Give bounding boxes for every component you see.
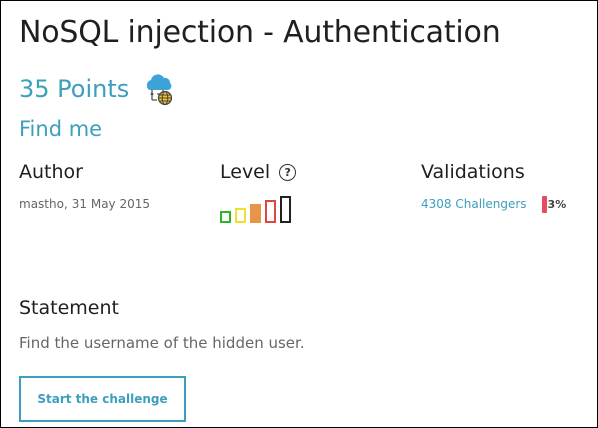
challengers-link[interactable]: 4308 Challengers <box>421 197 527 211</box>
author-name[interactable]: mastho, <box>19 197 68 211</box>
level-bar-2 <box>235 208 246 223</box>
validations-row: 4308 Challengers 3% <box>421 195 566 213</box>
cloud-network-globe-icon <box>143 72 177 106</box>
statement-text: Find the username of the hidden user. <box>19 334 305 352</box>
validation-rate-text: 3% <box>547 197 567 211</box>
author-label: Author <box>19 161 83 183</box>
points-row: 35 Points <box>19 71 177 107</box>
help-icon[interactable]: ? <box>279 163 297 181</box>
level-bar-5 <box>280 196 291 223</box>
challenge-panel: NoSQL injection - Authentication 35 Poin… <box>0 0 598 428</box>
challenge-points: 35 Points <box>19 75 130 103</box>
level-label: Level <box>220 161 271 183</box>
statement-heading: Statement <box>19 297 119 319</box>
challenge-title: NoSQL injection - Authentication <box>19 15 501 50</box>
author-info: mastho, 31 May 2015 <box>19 197 150 211</box>
level-heading: Level ? <box>220 161 297 183</box>
author-date: 31 May 2015 <box>71 197 151 211</box>
validations-label: Validations <box>421 161 525 183</box>
start-challenge-button[interactable]: Start the challenge <box>19 376 186 422</box>
validation-rate-bar <box>541 195 547 213</box>
level-bar-3 <box>250 204 261 223</box>
level-bar-1 <box>220 211 231 223</box>
challenge-subtitle: Find me <box>19 117 103 141</box>
level-bar-4 <box>265 200 276 223</box>
level-indicator <box>220 195 291 223</box>
